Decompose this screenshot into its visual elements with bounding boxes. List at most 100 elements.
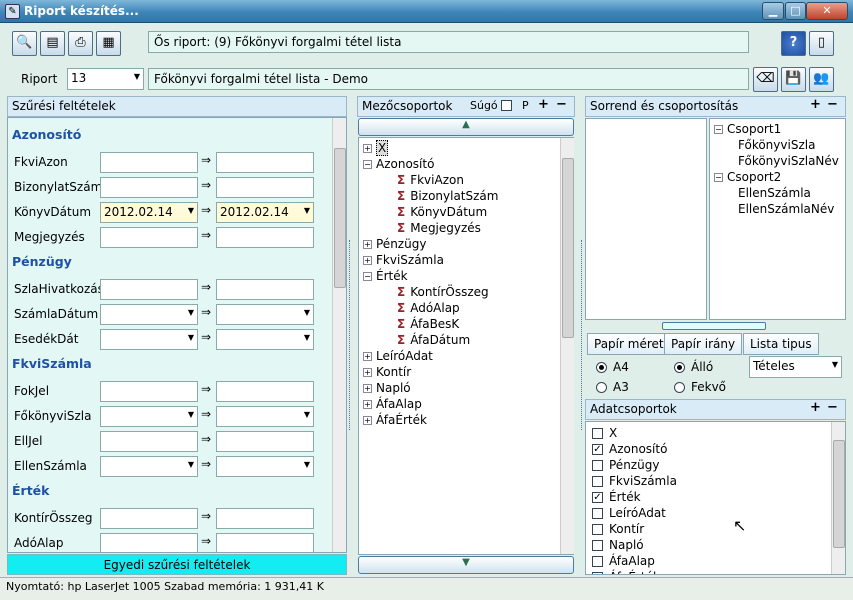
filter-scroll-thumb[interactable] (334, 148, 346, 288)
filter-to-input[interactable] (216, 227, 314, 248)
filter-to-input[interactable] (216, 177, 314, 198)
filter-from-input[interactable] (100, 533, 198, 552)
filter-from-input[interactable] (100, 227, 198, 248)
expand-icon[interactable]: + (363, 384, 372, 393)
help-button[interactable]: ? (781, 31, 806, 56)
preview-button[interactable]: 🔍 (12, 31, 37, 56)
filter-from-input[interactable] (100, 329, 198, 350)
custom-filter-button[interactable]: Egyedi szűrési feltételek (7, 554, 347, 575)
tree-item[interactable]: + Kontír (363, 365, 411, 379)
scroll-up-button[interactable]: ▲ (358, 118, 574, 136)
filter-scrollbar[interactable] (332, 118, 346, 552)
data-remove-icon[interactable]: − (827, 400, 838, 415)
left-splitter[interactable] (349, 240, 355, 430)
filter-to-input[interactable] (216, 456, 314, 477)
tree-item[interactable]: Σ AdóAlap (397, 301, 460, 315)
data-group-checkbox[interactable] (592, 556, 603, 567)
report-number-select[interactable]: 13 (67, 68, 144, 90)
expand-icon[interactable]: + (363, 352, 372, 361)
expand-icon[interactable]: + (363, 368, 372, 377)
data-group-checkbox[interactable] (592, 460, 603, 471)
radio-portrait[interactable]: Álló (674, 360, 713, 374)
filter-from-input[interactable] (100, 456, 198, 477)
tree-item[interactable]: + X (363, 140, 389, 156)
data-group-item[interactable]: X (592, 426, 617, 440)
data-group-checkbox[interactable] (592, 540, 603, 551)
expand-icon[interactable]: + (363, 400, 372, 409)
data-group-checkbox[interactable] (592, 508, 603, 519)
data-group-item[interactable]: LeíróAdat (592, 506, 666, 520)
filter-to-input[interactable] (216, 304, 314, 325)
right-splitter[interactable] (576, 240, 582, 430)
radio-a4[interactable]: A4 (596, 360, 629, 374)
expand-icon[interactable]: + (363, 240, 372, 249)
save-button[interactable]: 💾 (781, 67, 806, 92)
report-name-field[interactable]: Főkönyvi forgalmi tétel lista - Demo (148, 68, 749, 90)
list-type-select[interactable]: Tételes (749, 356, 842, 378)
tree-item[interactable]: + ÁfaAlap (363, 397, 422, 411)
data-group-item[interactable]: ✓ Érték (592, 490, 641, 504)
radio-landscape-button[interactable] (674, 382, 685, 393)
horizontal-splitter[interactable] (662, 322, 766, 330)
data-group-item[interactable]: ✓ Azonosító (592, 442, 667, 456)
filter-from-input[interactable] (100, 304, 198, 325)
tree-item[interactable]: − Érték (363, 269, 408, 283)
users-button[interactable]: 👥 (809, 67, 834, 92)
maximize-button[interactable]: □ (785, 2, 806, 20)
paper-size-tab[interactable]: Papír méret (587, 333, 671, 355)
group-tree-item[interactable]: − Csoport1 (714, 122, 781, 136)
data-add-icon[interactable]: + (810, 400, 821, 415)
paper-orientation-tab[interactable]: Papír irány (664, 333, 743, 355)
collapse-icon[interactable]: − (714, 125, 723, 134)
filter-from-input[interactable] (100, 431, 198, 452)
export-button[interactable]: ▦ (96, 31, 121, 56)
tree-item[interactable]: + Napló (363, 381, 411, 395)
data-group-item[interactable]: Napló (592, 538, 644, 552)
sort-list[interactable] (585, 118, 707, 320)
data-groups-scrollbar[interactable] (831, 422, 845, 574)
data-group-checkbox[interactable]: ✓ (592, 444, 603, 455)
radio-a3-button[interactable] (596, 382, 607, 393)
filter-to-input[interactable] (216, 329, 314, 350)
group-tree-item[interactable]: − Csoport2 (714, 170, 781, 184)
data-group-item[interactable]: ÁfaAlap (592, 554, 655, 568)
filter-from-input[interactable] (100, 406, 198, 427)
filter-to-input[interactable] (216, 406, 314, 427)
data-group-item[interactable]: FkviSzámla (592, 474, 677, 488)
expand-icon[interactable]: − (363, 160, 372, 169)
field-tree-scroll-thumb[interactable] (562, 158, 574, 338)
data-group-checkbox[interactable] (592, 572, 603, 574)
radio-a4-button[interactable] (596, 362, 607, 373)
radio-a3[interactable]: A3 (596, 380, 629, 394)
tree-item[interactable]: Σ KontírÖsszeg (397, 285, 489, 299)
data-group-checkbox[interactable] (592, 524, 603, 535)
data-group-checkbox[interactable]: ✓ (592, 492, 603, 503)
filter-to-input[interactable] (216, 279, 314, 300)
print-button[interactable]: ⎙ (68, 31, 93, 56)
data-group-checkbox[interactable] (592, 476, 603, 487)
tree-item[interactable]: Σ Megjegyzés (397, 221, 481, 235)
filter-from-input[interactable] (100, 381, 198, 402)
list-type-tab[interactable]: Lista tipus (743, 333, 819, 355)
tree-item[interactable]: Σ ÁfaBesK (397, 317, 459, 331)
expand-icon[interactable]: + (363, 144, 372, 153)
erase-button[interactable]: ⌫ (753, 67, 778, 92)
tree-item[interactable]: + FkviSzámla (363, 253, 444, 267)
collapse-icon[interactable]: − (714, 173, 723, 182)
filter-from-input[interactable] (100, 177, 198, 198)
tree-item[interactable]: + Pénzügy (363, 237, 426, 251)
tree-item[interactable]: Σ FkviAzon (397, 173, 464, 187)
sort-add-icon[interactable]: + (810, 97, 821, 112)
tree-item[interactable]: + ÁfaÉrték (363, 413, 427, 427)
scroll-down-button[interactable]: ▼ (358, 556, 574, 574)
filter-to-input[interactable] (216, 533, 314, 552)
data-groups-scroll-thumb[interactable] (833, 440, 845, 548)
help-checkbox[interactable] (501, 100, 512, 111)
minimize-button[interactable]: ▁ (762, 2, 784, 20)
filter-to-input[interactable] (216, 431, 314, 452)
tree-item[interactable]: + LeíróAdat (363, 349, 433, 363)
settings-button[interactable]: ▤ (40, 31, 65, 56)
group-tree-item[interactable]: FőkönyviSzla (738, 138, 815, 152)
tree-item[interactable]: Σ ÁfaDátum (397, 333, 470, 347)
filter-from-input[interactable] (100, 508, 198, 529)
